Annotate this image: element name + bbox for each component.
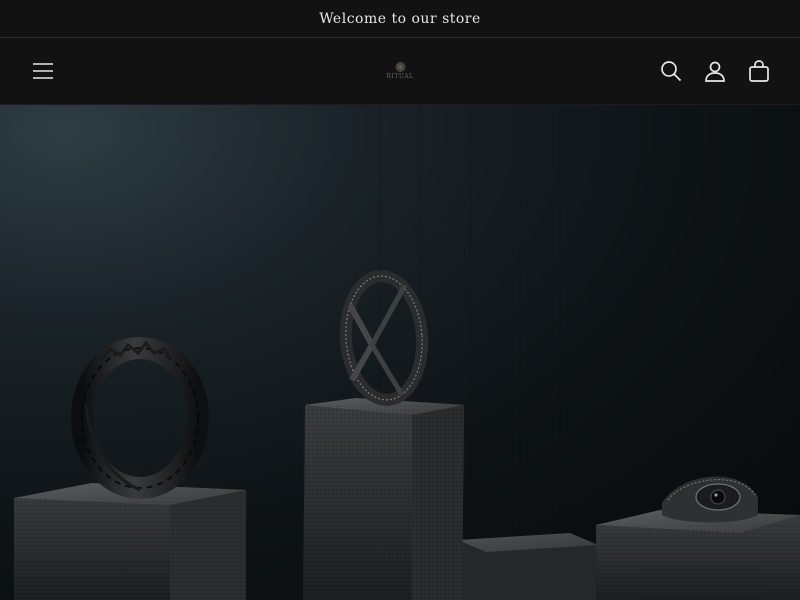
store-logo[interactable]: RITUAL bbox=[386, 62, 413, 80]
announcement-text: Welcome to our store bbox=[319, 10, 481, 27]
braided-ring bbox=[71, 337, 209, 499]
search-icon[interactable] bbox=[658, 58, 684, 84]
filigree-crossover-ring bbox=[339, 270, 429, 406]
logo-mark-icon bbox=[395, 62, 405, 72]
logo-text: RITUAL bbox=[386, 73, 414, 80]
site-header: RITUAL bbox=[0, 38, 800, 105]
hamburger-menu-icon[interactable] bbox=[30, 58, 56, 84]
back-pedestal bbox=[458, 533, 600, 600]
hero-banner[interactable] bbox=[0, 105, 800, 600]
left-pedestal bbox=[14, 483, 246, 600]
eye-ring bbox=[662, 476, 758, 523]
middle-pedestal bbox=[303, 398, 464, 600]
hero-image bbox=[14, 105, 800, 600]
account-icon[interactable] bbox=[702, 58, 728, 84]
right-pedestal bbox=[596, 510, 800, 600]
announcement-bar: Welcome to our store bbox=[0, 0, 800, 38]
cart-icon[interactable] bbox=[746, 58, 772, 84]
